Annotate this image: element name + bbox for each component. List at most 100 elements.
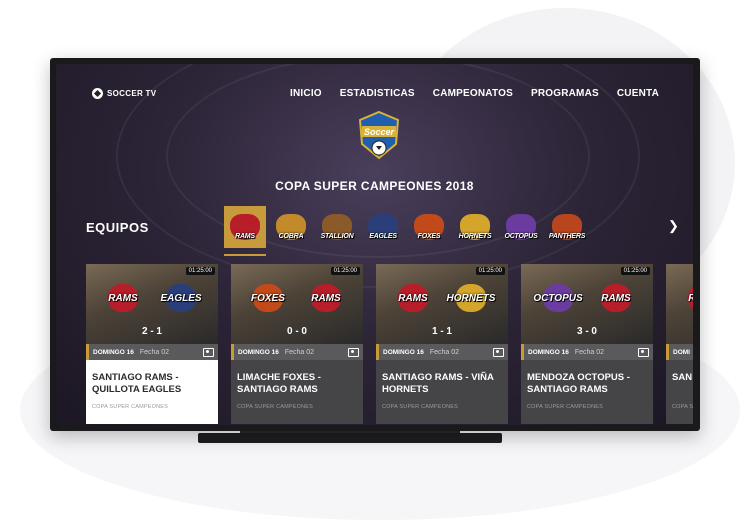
tournament-emblem: Soccer xyxy=(358,110,400,160)
nav-item-campeonatos[interactable]: CAMPEONATOS xyxy=(433,88,513,99)
match-title: SANTIAGO RAMS - VIÑA HORNETS xyxy=(382,372,494,395)
match-thumbnail: FOXES RAMS 01:25:00 0 - 0 xyxy=(231,264,363,344)
match-day: DOMINGO 16 xyxy=(238,348,279,356)
nav-item-programas[interactable]: PROGRAMAS xyxy=(531,88,599,99)
team-octopus[interactable]: OCTOPUS xyxy=(500,206,542,248)
accent-bar xyxy=(666,344,669,360)
tv-screen: SOCCER TV INICIO ESTADISTICAS CAMPEONATO… xyxy=(56,64,693,425)
team-logo-icon: EAGLES xyxy=(368,214,398,240)
match-meta: DOMI xyxy=(666,344,693,360)
away-team-name: HORNETS xyxy=(446,292,496,304)
team-name: FOXES xyxy=(417,233,441,240)
match-meta: DOMINGO 16 Fecha 02 xyxy=(376,344,508,360)
match-competition: COPA S xyxy=(672,404,693,410)
home-team-logo-icon: OCTOPUS xyxy=(533,278,583,318)
accent-bar xyxy=(521,344,524,360)
main-nav: INICIO ESTADISTICAS CAMPEONATOS PROGRAMA… xyxy=(290,88,659,99)
soccer-ball-icon xyxy=(92,88,103,99)
match-round: Fecha 02 xyxy=(139,348,169,356)
team-name: COBRA xyxy=(278,233,304,240)
home-team-logo-icon: RAMS xyxy=(390,278,436,318)
match-round: Fecha 02 xyxy=(284,348,314,356)
match-title: LIMACHE FOXES - SANTIAGO RAMS xyxy=(237,372,321,395)
team-logo-icon: HORNETS xyxy=(458,214,492,240)
video-camera-icon xyxy=(493,348,504,357)
match-meta: DOMINGO 16 Fecha 02 xyxy=(86,344,218,360)
accent-bar xyxy=(86,344,89,360)
away-team-logo-icon: EAGLES xyxy=(158,278,204,318)
home-team-logo-icon: FOXES xyxy=(245,278,291,318)
match-thumbnail: RAMS HORNETS 01:25:00 1 - 1 xyxy=(376,264,508,344)
team-logo-icon: OCTOPUS xyxy=(504,214,538,240)
match-competition: COPA SUPER CAMPEONES xyxy=(92,404,169,410)
video-duration: 01:25:00 xyxy=(620,267,650,275)
team-logo-icon: PANTHERS xyxy=(549,214,585,240)
nav-item-inicio[interactable]: INICIO xyxy=(290,88,322,99)
match-card[interactable]: RAMS EAGLES 01:25:00 2 - 1 DOMINGO 16 Fecha 0… xyxy=(86,264,218,424)
video-duration: 01:25:00 xyxy=(330,267,360,275)
home-team-logo-icon: RAMS xyxy=(680,278,693,318)
team-logo-icon: STALLION xyxy=(321,214,354,240)
away-team-logo-icon: HORNETS xyxy=(446,278,496,318)
video-duration: 01:25:00 xyxy=(185,267,215,275)
emblem-text: Soccer xyxy=(364,127,395,137)
video-camera-icon xyxy=(638,348,649,357)
team-logo-icon: COBRA xyxy=(276,214,306,240)
nav-item-estadisticas[interactable]: ESTADISTICAS xyxy=(340,88,415,99)
nav-item-cuenta[interactable]: CUENTA xyxy=(617,88,659,99)
away-team-name: EAGLES xyxy=(160,292,202,304)
match-score: 0 - 0 xyxy=(286,326,307,337)
match-day: DOMI xyxy=(673,348,690,356)
home-team-name: FOXES xyxy=(251,292,285,304)
match-thumbnail: RAMS EAGLES 01:25:00 2 - 1 xyxy=(86,264,218,344)
match-card[interactable]: OCTOPUS RAMS 01:25:00 3 - 0 DOMINGO 16 Fecha … xyxy=(521,264,653,424)
app-logo[interactable]: SOCCER TV xyxy=(92,88,156,99)
match-meta: DOMINGO 16 Fecha 02 xyxy=(521,344,653,360)
video-camera-icon xyxy=(203,348,214,357)
away-team-name: RAMS xyxy=(311,292,341,304)
accent-bar xyxy=(376,344,379,360)
match-title: MENDOZA OCTOPUS - SANTIAGO RAMS xyxy=(527,372,630,395)
match-card[interactable]: RAMS HORNETS 01:25:00 1 - 1 DOMINGO 16 Fecha … xyxy=(376,264,508,424)
team-name: EAGLES xyxy=(369,233,397,240)
match-round: Fecha 02 xyxy=(429,348,459,356)
team-rams[interactable]: RAMS xyxy=(224,206,266,248)
teams-section-label: EQUIPOS xyxy=(86,220,149,235)
match-thumbnail: OCTOPUS RAMS 01:25:00 3 - 0 xyxy=(521,264,653,344)
match-round: Fecha 02 xyxy=(574,348,604,356)
match-competition: COPA SUPER CAMPEONES xyxy=(527,404,604,410)
match-title: SANTIAGO RAMS - QUILLOTA EAGLES xyxy=(92,372,182,395)
match-score: 3 - 0 xyxy=(576,326,597,337)
home-team-logo-icon: RAMS xyxy=(100,278,146,318)
team-foxes[interactable]: FOXES xyxy=(408,206,450,248)
home-team-name: OCTOPUS xyxy=(533,292,583,304)
tv-frame: SOCCER TV INICIO ESTADISTICAS CAMPEONATO… xyxy=(50,58,700,431)
team-cobra[interactable]: COBRA xyxy=(270,206,312,248)
match-card[interactable]: FOXES RAMS 01:25:00 0 - 0 DOMINGO 16 Fecha 02… xyxy=(231,264,363,424)
home-team-name: RAMS xyxy=(108,292,138,304)
team-name: HORNETS xyxy=(458,233,492,240)
match-card[interactable]: RAMS DOMI SAN QUIL COPA S xyxy=(666,264,693,424)
match-thumbnail: RAMS xyxy=(666,264,693,344)
match-day: DOMINGO 16 xyxy=(528,348,569,356)
video-duration: 01:25:00 xyxy=(475,267,505,275)
team-hornets[interactable]: HORNETS xyxy=(454,206,496,248)
away-team-logo-icon: RAMS xyxy=(593,278,639,318)
selected-team-indicator xyxy=(224,254,266,256)
team-panthers[interactable]: PANTHERS xyxy=(546,206,588,248)
team-name: OCTOPUS xyxy=(504,233,538,240)
chevron-right-icon[interactable]: ❯ xyxy=(668,218,679,234)
team-logo-icon: FOXES xyxy=(414,214,444,240)
video-camera-icon xyxy=(348,348,359,357)
home-team-name: RAMS xyxy=(688,293,693,304)
match-day: DOMINGO 16 xyxy=(383,348,424,356)
team-logo-icon: RAMS xyxy=(230,214,260,240)
team-name: RAMS xyxy=(235,233,255,240)
app-logo-text: SOCCER TV xyxy=(107,89,157,98)
team-stallion[interactable]: STALLION xyxy=(316,206,358,248)
tv-stand xyxy=(198,433,502,443)
match-day: DOMINGO 16 xyxy=(93,348,134,356)
match-competition: COPA SUPER CAMPEONES xyxy=(382,404,459,410)
match-competition: COPA SUPER CAMPEONES xyxy=(237,404,314,410)
team-eagles[interactable]: EAGLES xyxy=(362,206,404,248)
